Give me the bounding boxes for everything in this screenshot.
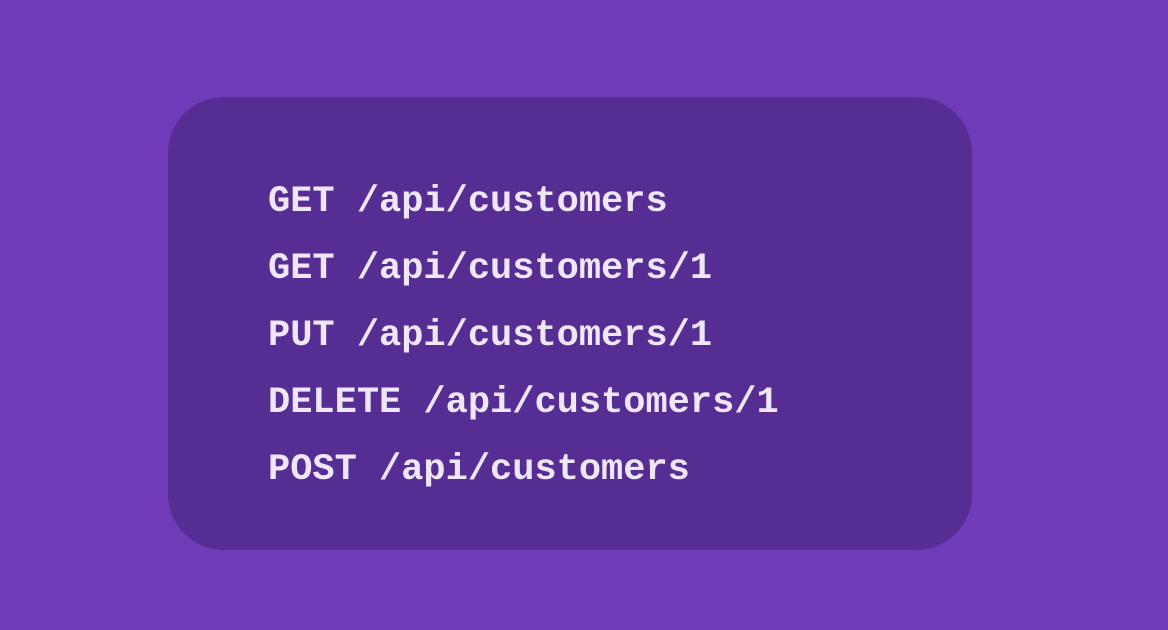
route-delete: DELETE /api/customers/1 xyxy=(268,382,779,424)
route-post: POST /api/customers xyxy=(268,449,690,491)
code-card: GET /api/customers GET /api/customers/1 … xyxy=(168,97,972,550)
route-get-all: GET /api/customers xyxy=(268,181,668,223)
route-put: PUT /api/customers/1 xyxy=(268,315,713,357)
route-list: GET /api/customers GET /api/customers/1 … xyxy=(268,169,779,504)
route-get-one: GET /api/customers/1 xyxy=(268,248,713,290)
